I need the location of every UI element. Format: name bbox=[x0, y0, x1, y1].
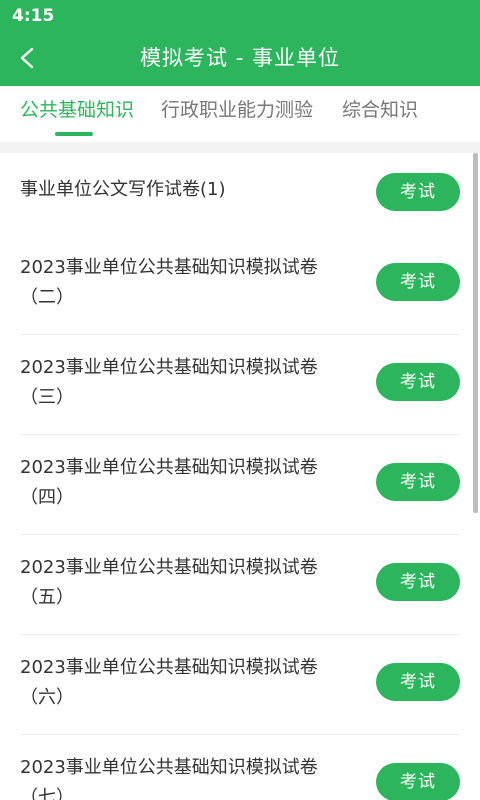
exam-title: 2023事业单位公共基础知识模拟试卷（六） bbox=[20, 657, 318, 708]
list-item: 2023事业单位公共基础知识模拟试卷（五） 考试 bbox=[0, 535, 480, 635]
exam-button[interactable]: 考试 bbox=[376, 763, 460, 800]
exam-title: 2023事业单位公共基础知识模拟试卷（三） bbox=[20, 357, 318, 408]
exam-title: 事业单位公文写作试卷(1) bbox=[20, 179, 226, 200]
status-time: 4:15 bbox=[12, 6, 55, 26]
list-item: 2023事业单位公共基础知识模拟试卷（三） 考试 bbox=[0, 335, 480, 435]
exam-button[interactable]: 考试 bbox=[376, 463, 460, 501]
back-button[interactable] bbox=[8, 38, 48, 78]
list-item: 2023事业单位公共基础知识模拟试卷（七） 考试 bbox=[0, 735, 480, 800]
exam-button[interactable]: 考试 bbox=[376, 663, 460, 701]
chevron-left-icon bbox=[20, 47, 34, 69]
exam-title: 2023事业单位公共基础知识模拟试卷（四） bbox=[20, 457, 318, 508]
exam-button[interactable]: 考试 bbox=[376, 563, 460, 601]
section-divider bbox=[0, 142, 480, 153]
scrollbar[interactable] bbox=[473, 153, 478, 513]
tab-administrative-aptitude[interactable]: 行政职业能力测验 bbox=[161, 86, 313, 142]
page-title: 模拟考试 - 事业单位 bbox=[140, 46, 340, 70]
tab-bar: 公共基础知识 行政职业能力测验 综合知识 bbox=[0, 86, 480, 142]
exam-title: 2023事业单位公共基础知识模拟试卷（七） bbox=[20, 757, 318, 800]
list-item: 2023事业单位公共基础知识模拟试卷（四） 考试 bbox=[0, 435, 480, 535]
tab-comprehensive-knowledge[interactable]: 综合知识 bbox=[342, 86, 418, 142]
exam-title: 2023事业单位公共基础知识模拟试卷（二） bbox=[20, 257, 318, 308]
exam-title: 2023事业单位公共基础知识模拟试卷（五） bbox=[20, 557, 318, 608]
list-item: 2023事业单位公共基础知识模拟试卷（二） 考试 bbox=[0, 235, 480, 335]
exam-button[interactable]: 考试 bbox=[376, 363, 460, 401]
status-bar: 4:15 bbox=[0, 0, 480, 30]
exam-button[interactable]: 考试 bbox=[376, 173, 460, 211]
exam-list: 事业单位公文写作试卷(1) 考试 2023事业单位公共基础知识模拟试卷（二） 考… bbox=[0, 153, 480, 800]
app-bar: 模拟考试 - 事业单位 bbox=[0, 30, 480, 86]
active-tab-indicator bbox=[55, 132, 93, 136]
list-item: 2023事业单位公共基础知识模拟试卷（六） 考试 bbox=[0, 635, 480, 735]
exam-button[interactable]: 考试 bbox=[376, 263, 460, 301]
